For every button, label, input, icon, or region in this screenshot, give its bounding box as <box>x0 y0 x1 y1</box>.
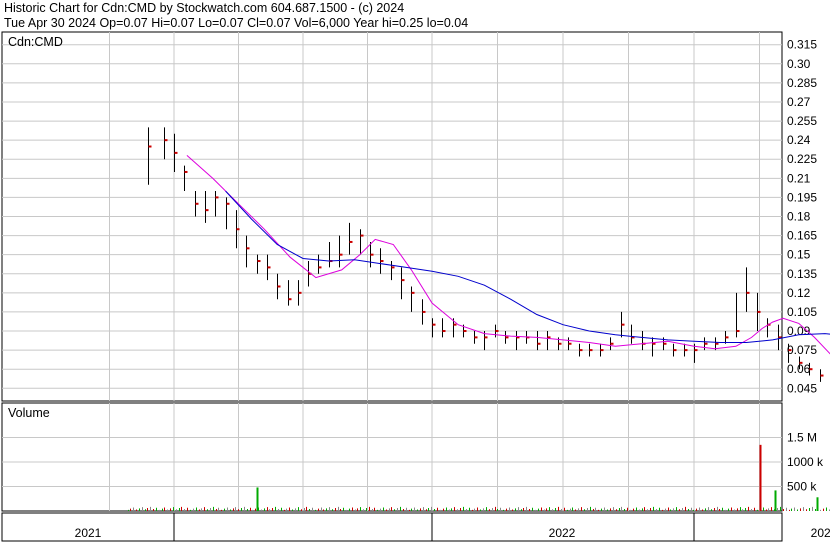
close-tick <box>442 330 446 333</box>
close-tick <box>205 209 209 212</box>
volume-panel: 1.5 M 1000 k 500 k Volume <box>1 402 830 512</box>
close-tick <box>568 342 572 345</box>
close-tick <box>799 361 803 364</box>
close-tick <box>704 342 708 345</box>
close-tick <box>537 342 541 345</box>
close-tick <box>495 330 499 333</box>
close-tick <box>463 330 467 333</box>
close-tick <box>339 253 343 256</box>
close-tick <box>349 240 353 243</box>
close-tick <box>610 342 614 345</box>
close-tick <box>370 253 374 256</box>
close-tick <box>694 349 698 352</box>
price-tick-label: 0.195 <box>787 190 817 204</box>
close-tick <box>474 336 478 339</box>
close-tick <box>725 336 729 339</box>
close-tick <box>298 291 302 294</box>
close-tick <box>215 196 219 199</box>
price-panel-label: Cdn:CMD <box>8 35 63 49</box>
stock-chart: 0.315 0.30 0.285 0.27 0.255 0.24 0.225 0.21 0.19… <box>1 31 830 542</box>
price-tick-label: 0.15 <box>787 248 811 262</box>
price-tick-label: 0.18 <box>787 210 811 224</box>
close-tick <box>164 139 168 142</box>
close-tick <box>226 202 230 205</box>
price-tick-label: 0.285 <box>787 76 817 90</box>
close-tick <box>715 342 719 345</box>
close-tick <box>360 234 364 237</box>
price-tick-label: 0.06 <box>787 362 811 376</box>
price-tick-label: 0.12 <box>787 286 811 300</box>
x-tick-label: 2023 <box>811 526 830 540</box>
close-tick <box>820 374 824 377</box>
price-tick-label: 0.30 <box>787 57 811 71</box>
close-tick <box>673 349 677 352</box>
close-tick <box>422 310 426 313</box>
price-tick-label: 0.225 <box>787 152 817 166</box>
volume-tick-label: 1.5 M <box>787 431 817 445</box>
close-tick <box>600 349 604 352</box>
volume-tick-label: 1000 k <box>787 455 824 469</box>
close-tick <box>484 336 488 339</box>
price-tick-label: 0.075 <box>787 343 817 357</box>
price-tick-label: 0.165 <box>787 229 817 243</box>
price-tick-label: 0.315 <box>787 38 817 52</box>
close-tick <box>809 368 813 371</box>
close-tick <box>757 310 761 313</box>
close-tick <box>505 336 509 339</box>
close-tick <box>148 145 152 148</box>
close-tick <box>663 342 667 345</box>
price-panel: 0.315 0.30 0.285 0.27 0.255 0.24 0.225 0.21 0.19… <box>1 31 830 402</box>
close-tick <box>184 170 188 173</box>
price-tick-label: 0.27 <box>787 95 811 109</box>
close-tick <box>257 260 261 263</box>
price-tick-label: 0.135 <box>787 267 817 281</box>
close-tick <box>579 349 583 352</box>
close-tick <box>288 298 292 301</box>
price-tick-label: 0.255 <box>787 114 817 128</box>
close-tick <box>746 291 750 294</box>
volume-tick-label: 500 k <box>787 480 817 494</box>
close-tick <box>391 266 395 269</box>
close-tick <box>174 151 178 154</box>
close-tick <box>558 342 562 345</box>
close-tick <box>621 323 625 326</box>
close-tick <box>736 330 740 333</box>
price-tick-label: 0.045 <box>787 381 817 395</box>
price-tick-label: 0.21 <box>787 171 811 185</box>
close-tick <box>246 247 250 250</box>
close-tick <box>236 228 240 231</box>
close-tick <box>267 266 271 269</box>
close-tick <box>788 349 792 352</box>
close-tick <box>318 266 322 269</box>
close-tick <box>453 323 457 326</box>
volume-panel-label: Volume <box>8 406 50 420</box>
volume-frame <box>1 402 783 512</box>
x-tick-label: 2021 <box>75 526 102 540</box>
close-tick <box>380 260 384 263</box>
price-tick-label: 0.24 <box>787 133 811 147</box>
close-tick <box>277 285 281 288</box>
x-axis-frame <box>1 512 783 542</box>
price-tick-label: 0.105 <box>787 305 817 319</box>
x-axis: 2021202220232024 <box>1 512 830 542</box>
close-tick <box>684 349 688 352</box>
close-tick <box>411 291 415 294</box>
x-tick-label: 2022 <box>549 526 576 540</box>
close-tick <box>432 323 436 326</box>
close-tick <box>589 349 593 352</box>
close-tick <box>401 279 405 282</box>
close-tick <box>195 202 199 205</box>
